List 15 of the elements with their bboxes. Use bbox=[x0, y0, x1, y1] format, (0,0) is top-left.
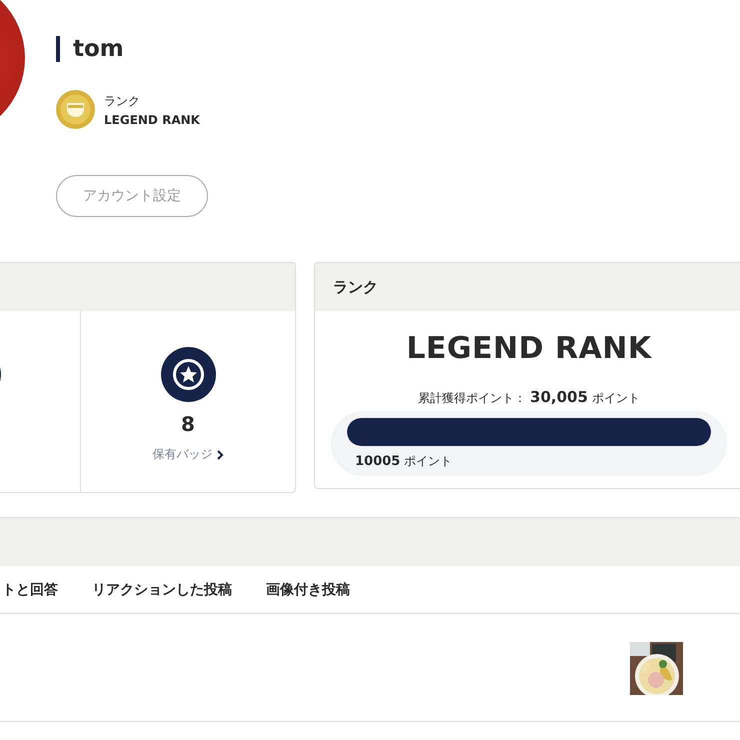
chevron-right-icon bbox=[216, 450, 224, 460]
card-title: ランク bbox=[333, 278, 378, 296]
tab[interactable]: トと回答 bbox=[2, 580, 58, 598]
medal-icon bbox=[56, 90, 95, 129]
rank-label: ランク bbox=[104, 92, 141, 110]
points-label: 10005 ポイント bbox=[355, 453, 454, 470]
star-badge-icon bbox=[160, 347, 216, 402]
badge-count: 8 bbox=[181, 412, 195, 436]
user-name: tom bbox=[56, 36, 208, 62]
tab[interactable]: 画像付き投稿 bbox=[266, 580, 350, 598]
rank-name: LEGEND RANK bbox=[406, 331, 652, 366]
tab[interactable]: リアクションした投稿 bbox=[92, 580, 232, 598]
rank-name: LEGEND RANK bbox=[104, 112, 200, 126]
badges-link[interactable]: 保有バッジ bbox=[152, 446, 224, 463]
total-points: 累計獲得ポイント： 30,005 ポイント bbox=[418, 388, 640, 407]
